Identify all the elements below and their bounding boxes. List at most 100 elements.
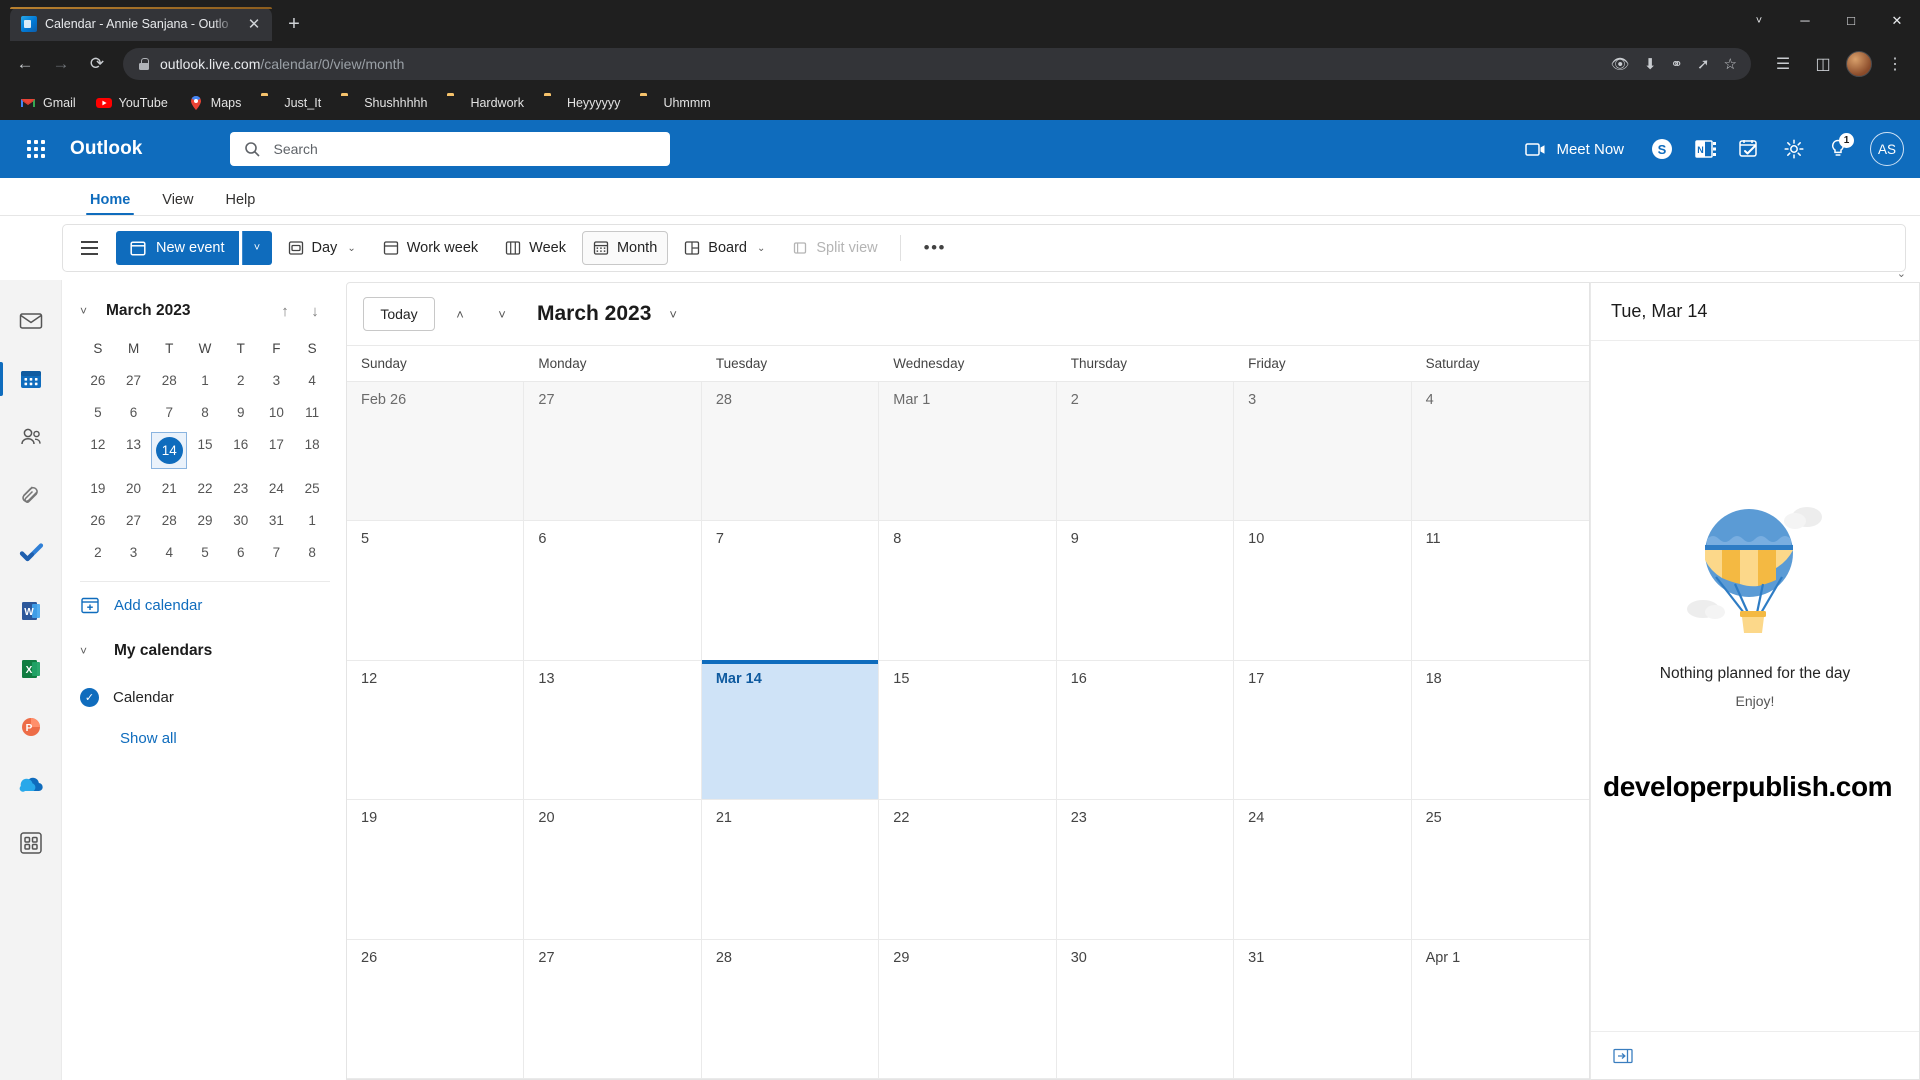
mini-day[interactable]: 22 — [187, 476, 223, 501]
address-bar[interactable]: outlook.live.com/calendar/0/view/month 👁… — [123, 47, 1751, 80]
search-input[interactable]: Search — [230, 132, 671, 166]
mini-day[interactable]: 7 — [259, 540, 295, 565]
mini-day[interactable]: 19 — [80, 476, 116, 501]
maximize-button[interactable]: □ — [1828, 0, 1874, 41]
rail-item-onedrive[interactable] — [0, 756, 62, 814]
mini-day[interactable]: 8 — [294, 540, 330, 565]
calendar-day-cell[interactable]: 29 — [879, 939, 1057, 1078]
mini-day[interactable]: 29 — [187, 508, 223, 533]
calendar-day-cell[interactable]: 16 — [1057, 660, 1235, 800]
waffle-icon[interactable] — [16, 129, 56, 169]
mini-day[interactable]: 28 — [151, 508, 187, 533]
my-calendars-group[interactable]: ˅ My calendars — [80, 628, 330, 674]
mini-day[interactable]: 4 — [151, 540, 187, 565]
chevron-down-icon[interactable]: ⌄ — [347, 243, 355, 254]
new-event-dropdown[interactable]: ˅ — [241, 231, 272, 265]
mini-day[interactable]: 7 — [151, 400, 187, 425]
calendar-day-cell[interactable]: 27 — [524, 382, 702, 521]
calendar-day-cell[interactable]: 31 — [1234, 939, 1412, 1078]
calendar-day-cell[interactable]: 24 — [1234, 800, 1412, 939]
avatar[interactable]: AS — [1870, 132, 1904, 166]
calendar-day-cell[interactable]: 9 — [1057, 521, 1235, 660]
calendar-day-cell[interactable]: 28 — [702, 939, 880, 1078]
checkmark-icon[interactable]: ✓ — [80, 687, 99, 707]
calendar-day-cell[interactable]: 27 — [524, 939, 702, 1078]
mini-day[interactable]: 26 — [80, 368, 116, 393]
calendar-day-cell[interactable]: 7 — [702, 521, 880, 660]
today-button[interactable]: Today — [363, 297, 435, 331]
close-window-button[interactable]: ✕ — [1874, 0, 1920, 41]
view-day-button[interactable]: Day ⌄ — [277, 231, 367, 265]
rail-item-all-apps[interactable] — [0, 814, 62, 872]
bookmark-maps[interactable]: Maps — [178, 91, 252, 115]
calendar-day-cell[interactable]: 2 — [1056, 382, 1235, 521]
mini-prev-month-icon[interactable]: ↑ — [270, 303, 300, 320]
calendar-day-cell[interactable]: 21 — [702, 800, 880, 939]
calendar-day-cell[interactable]: 23 — [1057, 800, 1235, 939]
mini-day[interactable]: 16 — [223, 432, 259, 469]
bookmark-heyyyyyy[interactable]: Heyyyyyy — [534, 91, 630, 115]
mini-day[interactable]: 20 — [116, 476, 152, 501]
rail-item-calendar[interactable] — [0, 350, 62, 408]
bookmark-shushhhhh[interactable]: Shushhhhh — [331, 91, 437, 115]
mini-day[interactable]: 12 — [80, 432, 116, 469]
mini-day[interactable]: 6 — [116, 400, 152, 425]
calendar-day-cell[interactable]: 11 — [1412, 521, 1589, 659]
mini-day[interactable]: 8 — [187, 400, 223, 425]
mini-day[interactable]: 10 — [259, 400, 295, 425]
bookmark-just-it[interactable]: Just_It — [251, 91, 331, 115]
mini-day[interactable]: 3 — [116, 540, 152, 565]
mini-day-today[interactable]: 14 — [151, 432, 188, 469]
calendar-day-cell[interactable]: 22 — [879, 800, 1057, 939]
view-work-week-button[interactable]: Work week — [372, 231, 489, 265]
calendar-day-cell-selected[interactable]: Mar 14 — [701, 659, 880, 800]
hamburger-icon[interactable] — [71, 231, 107, 265]
back-icon[interactable]: ← — [8, 47, 42, 81]
calendar-day-cell[interactable]: 10 — [1234, 521, 1412, 660]
calendar-day-cell[interactable]: 12 — [347, 660, 525, 800]
calendar-day-cell[interactable]: 4 — [1411, 382, 1589, 521]
mini-day[interactable]: 27 — [116, 368, 152, 393]
mini-day[interactable]: 2 — [223, 368, 259, 393]
mini-day[interactable]: 24 — [259, 476, 295, 501]
expand-panel-icon[interactable] — [1613, 1048, 1633, 1064]
bookmark-youtube[interactable]: YouTube — [86, 91, 178, 115]
close-icon[interactable]: ✕ — [244, 17, 264, 32]
calendar-day-cell[interactable]: 13 — [524, 660, 702, 800]
minimize-button[interactable]: ─ — [1782, 0, 1828, 41]
calendar-day-cell[interactable]: 26 — [347, 939, 525, 1078]
tab-view[interactable]: View — [148, 186, 207, 215]
mini-day[interactable]: 9 — [223, 400, 259, 425]
tab-help[interactable]: Help — [211, 186, 269, 215]
rail-item-mail[interactable] — [0, 292, 62, 350]
chevron-down-icon[interactable]: ˅ — [80, 304, 106, 318]
calendar-day-cell[interactable]: 19 — [347, 800, 525, 939]
eye-off-icon[interactable]: ⚭ — [1670, 55, 1683, 73]
calendar-day-cell[interactable]: Apr 1 — [1412, 940, 1589, 1078]
mini-day[interactable]: 1 — [294, 508, 330, 533]
split-screen-icon[interactable]: ◫ — [1806, 47, 1840, 81]
rail-item-excel[interactable]: X — [0, 640, 62, 698]
calendar-day-cell[interactable]: 6 — [524, 521, 702, 660]
tab-home[interactable]: Home — [76, 186, 144, 215]
download-icon[interactable]: ⬇ — [1644, 55, 1657, 73]
mini-day[interactable]: 21 — [151, 476, 187, 501]
meet-now-button[interactable]: Meet Now — [1517, 129, 1638, 169]
view-month-button[interactable]: Month — [581, 231, 669, 265]
mini-day[interactable]: 17 — [259, 432, 295, 469]
more-menu-icon[interactable]: ⋮ — [1878, 47, 1912, 81]
settings-button[interactable] — [1774, 129, 1814, 169]
mini-day[interactable]: 26 — [80, 508, 116, 533]
mini-day[interactable]: 28 — [151, 368, 187, 393]
mini-day[interactable]: 15 — [187, 432, 223, 469]
rail-item-people[interactable] — [0, 408, 62, 466]
mini-day[interactable]: 4 — [294, 368, 330, 393]
help-button[interactable]: 1 — [1818, 129, 1858, 169]
mini-day[interactable]: 18 — [294, 432, 330, 469]
calendar-day-cell[interactable]: 25 — [1412, 800, 1589, 938]
mini-calendar-title[interactable]: March 2023 — [106, 302, 270, 320]
show-all-link[interactable]: Show all — [80, 730, 330, 747]
calendar-day-cell[interactable]: 15 — [879, 660, 1057, 800]
share-icon[interactable]: ➚ — [1697, 55, 1710, 73]
calendar-day-cell[interactable]: 28 — [701, 382, 880, 521]
